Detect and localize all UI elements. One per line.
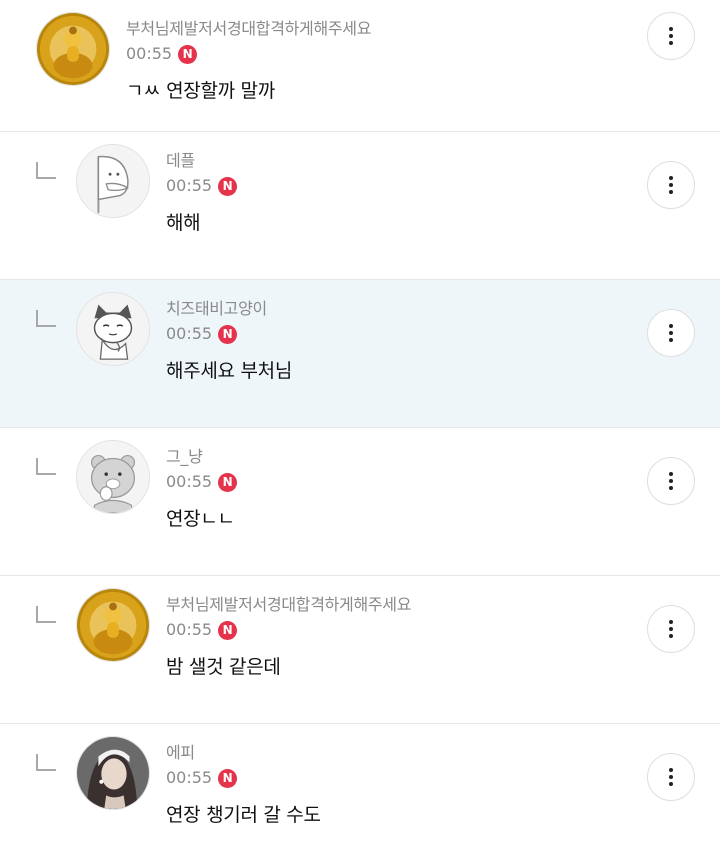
reply-item: 데플 00:55 N 해해 [0, 132, 720, 280]
more-options-button[interactable] [647, 753, 695, 801]
comment-meta: 00:55 N [166, 767, 321, 789]
comment-meta: 00:55 N [166, 175, 238, 197]
comment-time: 00:55 [166, 620, 213, 639]
reply-arrow-icon [36, 310, 56, 327]
comment-meta: 00:55 N [166, 323, 292, 345]
comment-nickname[interactable]: 그_냥 [166, 446, 237, 468]
comment-nickname[interactable]: 에피 [166, 742, 321, 764]
new-badge: N [218, 472, 238, 492]
more-options-button[interactable] [647, 605, 695, 653]
comment-text: 해해 [166, 212, 201, 234]
comment-time: 00:55 [126, 44, 173, 63]
comment-meta: 00:55 N [126, 43, 371, 65]
comment-meta: 00:55 N [166, 619, 411, 641]
reply-item: 치즈태비고양이 00:55 N 해주세요 부처님 [0, 280, 720, 428]
more-options-button[interactable] [647, 309, 695, 357]
comment-time: 00:55 [166, 768, 213, 787]
comment-body: 부처님제발저서경대합격하게해주세요 00:55 N ㄱㅆ 연장할까 말까 [126, 18, 371, 104]
cat-character-avatar-icon[interactable] [76, 292, 150, 366]
reply-arrow-icon [36, 458, 56, 475]
person-photo-avatar-icon[interactable] [76, 736, 150, 810]
reply-arrow-icon [36, 162, 56, 179]
comment-text: 연장 챙기러 갈 수도 [166, 804, 321, 826]
new-badge: N [178, 44, 198, 64]
buddha-avatar-icon[interactable] [76, 588, 150, 662]
more-options-button[interactable] [647, 457, 695, 505]
more-options-button[interactable] [647, 161, 695, 209]
more-vertical-icon [669, 26, 673, 47]
more-vertical-icon [669, 175, 673, 196]
comment-nickname[interactable]: 치즈태비고양이 [166, 298, 292, 320]
more-vertical-icon [669, 323, 673, 344]
comment-text: 밤 샐것 같은데 [166, 656, 281, 678]
comment-time: 00:55 [166, 176, 213, 195]
reply-arrow-icon [36, 606, 56, 623]
comment-nickname[interactable]: 데플 [166, 150, 237, 172]
reply-item: 부처님제발저서경대합격하게해주세요 00:55 N 밤 샐것 같은데 [0, 576, 720, 724]
comment-body: 치즈태비고양이 00:55 N 해주세요 부처님 [166, 298, 292, 384]
comment-body: 데플 00:55 N 해해 [166, 150, 238, 236]
comment-body: 그_냥 00:55 N 연장ㄴㄴ [166, 446, 238, 532]
comment-text: ㄱㅆ 연장할까 말까 [126, 80, 275, 102]
more-vertical-icon [669, 471, 673, 492]
comment-nickname[interactable]: 부처님제발저서경대합격하게해주세요 [126, 18, 371, 40]
bear-character-avatar-icon[interactable] [76, 440, 150, 514]
more-options-button[interactable] [647, 12, 695, 60]
buddha-avatar-icon[interactable] [36, 12, 110, 86]
comment-list: 부처님제발저서경대합격하게해주세요 00:55 N ㄱㅆ 연장할까 말까 데플 … [0, 0, 720, 857]
peeking-character-avatar-icon[interactable] [76, 144, 150, 218]
new-badge: N [218, 620, 238, 640]
comment-body: 부처님제발저서경대합격하게해주세요 00:55 N 밤 샐것 같은데 [166, 594, 411, 680]
reply-item: 에피 00:55 N 연장 챙기러 갈 수도 [0, 724, 720, 857]
more-vertical-icon [669, 767, 673, 788]
new-badge: N [218, 176, 238, 196]
reply-arrow-icon [36, 754, 56, 771]
new-badge: N [218, 324, 238, 344]
comment-text: 연장ㄴㄴ [166, 508, 235, 530]
comment-text: 해주세요 부처님 [166, 360, 293, 382]
comment-time: 00:55 [166, 472, 213, 491]
comment-body: 에피 00:55 N 연장 챙기러 갈 수도 [166, 742, 321, 828]
comment-item: 부처님제발저서경대합격하게해주세요 00:55 N ㄱㅆ 연장할까 말까 [0, 0, 720, 132]
reply-item: 그_냥 00:55 N 연장ㄴㄴ [0, 428, 720, 576]
new-badge: N [218, 768, 238, 788]
comment-meta: 00:55 N [166, 471, 238, 493]
comment-time: 00:55 [166, 324, 213, 343]
comment-nickname[interactable]: 부처님제발저서경대합격하게해주세요 [166, 594, 411, 616]
more-vertical-icon [669, 619, 673, 640]
